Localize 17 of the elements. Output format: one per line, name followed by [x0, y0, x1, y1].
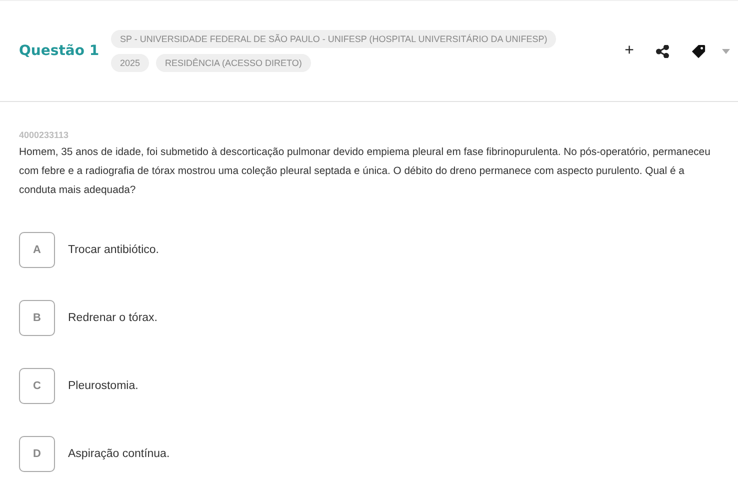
option-letter-button[interactable]: C: [19, 368, 55, 404]
option-letter-button[interactable]: A: [19, 232, 55, 268]
source-tag[interactable]: RESIDÊNCIA (ACESSO DIRETO): [156, 54, 311, 72]
source-tag[interactable]: 2025: [111, 54, 150, 72]
option-letter-button[interactable]: D: [19, 436, 55, 472]
option-text[interactable]: Trocar antibiótico.: [68, 244, 159, 256]
add-button[interactable]: +: [624, 42, 634, 60]
option-text[interactable]: Pleurostomia.: [68, 380, 138, 392]
source-tag[interactable]: SP - UNIVERSIDADE FEDERAL DE SÃO PAULO - UNIFESP (HOSPITAL UNIVERSITÁRIO DA UNIFESP): [111, 30, 556, 48]
question-title: Questão 1: [19, 43, 100, 59]
option-text[interactable]: Aspiração contínua.: [68, 448, 170, 460]
option-letter-button[interactable]: B: [19, 300, 55, 336]
share-icon[interactable]: [656, 44, 669, 58]
question-text: Homem, 35 anos de idade, foi submetido à descorticação pulmonar devido empiema pleural em fase fibrinopurulenta. No pós-operatório, permaneceu com febre e a radiografia de tórax mostrou uma coleção pleural septada e única. O débito do dreno permanece com aspecto purulento. Qual é a conduta mais adequada?: [19, 146, 712, 198]
tag-icon[interactable]: [691, 44, 706, 58]
question-id: 4000233113: [19, 130, 70, 140]
option-text[interactable]: Redrenar o tórax.: [68, 312, 158, 324]
